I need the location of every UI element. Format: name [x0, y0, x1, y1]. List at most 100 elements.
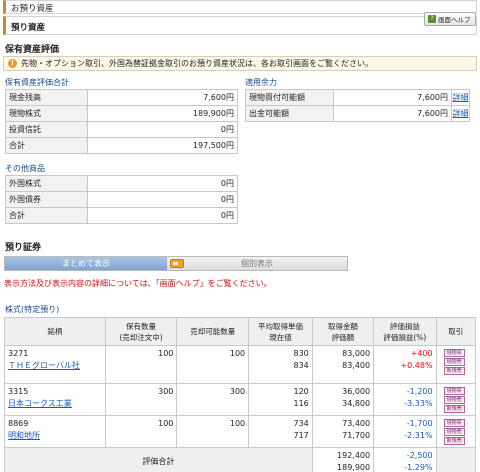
holding-pl-pct: +0.48% — [400, 360, 433, 370]
view-toggle: まとめて表示 個別表示 — [4, 256, 348, 271]
short-sell-button[interactable]: 新規売 — [443, 405, 465, 413]
sell-button[interactable]: 現物売 — [443, 396, 465, 404]
trade-cell: 現物買 現物売 新規売 — [435, 345, 477, 384]
holding-qty: 300 — [104, 383, 178, 416]
help-button-label: 画面ヘルプ — [438, 16, 471, 24]
eval-row: 現物株式 189,900円 — [5, 105, 238, 122]
view-individual-button[interactable]: 個別表示 — [167, 257, 347, 270]
col-qty: 保有数量 (売却注文中) — [104, 317, 178, 346]
eval-summary-label: 保有資産評価合計 — [5, 78, 69, 87]
buying-power-key: 出金可能額 — [245, 105, 334, 122]
col-avg: 平均取得単価 現在値 — [248, 317, 313, 346]
holding-amount-cell: 36,000 34,800 — [311, 383, 375, 416]
totals-amount-cell: 192,400 189,900 — [311, 447, 375, 472]
holding-sellable: 100 — [176, 345, 250, 384]
holding-name-link[interactable]: 明和地所 — [8, 431, 40, 440]
buying-power-value: 7,600円 — [333, 89, 452, 106]
col-pl: 評価損益 評価損益(%) — [373, 317, 437, 346]
short-sell-button[interactable]: 新規売 — [443, 367, 465, 375]
holding-name-link[interactable]: 日本コークス工業 — [8, 399, 72, 408]
holding-pl-pct: -2.31% — [404, 430, 433, 440]
help-button[interactable]: ? 画面ヘルプ — [424, 12, 476, 26]
holding-code: 3315 — [8, 387, 29, 396]
view-combined-button[interactable]: まとめて表示 — [5, 257, 167, 270]
eval-key: 現金残高 — [5, 89, 88, 106]
holdings-label: 株式(特定預り) — [5, 305, 60, 314]
other-row: 外国債券 0円 — [5, 191, 238, 208]
eval-value: 189,900円 — [87, 105, 238, 122]
other-key: 外国債券 — [5, 191, 88, 208]
holding-pl-cell: +400 +0.48% — [373, 345, 437, 384]
view-individual-label: 個別表示 — [241, 259, 273, 268]
trade-cell: 現物買 現物売 新規売 — [435, 383, 477, 416]
totals-pl-pct: -1.29% — [404, 462, 433, 472]
info-icon: ! — [8, 59, 17, 68]
notice-bar: ! 先物・オプション取引、外国為替証拠金取引のお預り資産状況は、各お取引画面をご… — [3, 56, 477, 71]
notice-text: 先物・オプション取引、外国為替証拠金取引のお預り資産状況は、各お取引画面をご覧く… — [21, 59, 373, 68]
detail-link[interactable]: 詳細 — [451, 89, 470, 106]
holding-pl-pct: -3.33% — [404, 398, 433, 408]
display-warning: 表示方法及び表示内容の詳細については、「画面ヘルプ」をご覧ください。 — [4, 279, 272, 288]
table-row: 3315 日本コークス工業 300 300 120 116 36,000 34,800… — [4, 383, 477, 416]
totals-pl-cell: -2,500 -1.29% — [373, 447, 437, 472]
help-icon: ? — [428, 15, 436, 23]
holding-cost: 36,000 — [342, 387, 371, 396]
holding-avg: 120 — [293, 387, 309, 396]
holding-price: 834 — [293, 360, 309, 370]
eval-row: 投資信託 0円 — [5, 121, 238, 138]
buy-button[interactable]: 現物買 — [443, 349, 465, 357]
holding-value: 83,400 — [342, 360, 371, 370]
totals-trade-cell — [435, 447, 477, 472]
totals-cost: 192,400 — [337, 451, 371, 460]
holding-value: 71,700 — [342, 430, 371, 440]
detail-link[interactable]: 詳細 — [451, 105, 470, 122]
buy-button[interactable]: 現物買 — [443, 387, 465, 395]
col-amount-l2: 評価額 — [331, 332, 355, 342]
col-pl-l2: 評価損益(%) — [383, 332, 427, 342]
other-key: 外国株式 — [5, 175, 88, 192]
sell-button[interactable]: 現物売 — [443, 358, 465, 366]
page-title: 預り資産 — [11, 23, 46, 33]
eval-value: 197,500円 — [87, 137, 238, 154]
col-pl-l1: 評価損益 — [389, 321, 420, 331]
buying-power-key: 現物買付可能額 — [245, 89, 334, 106]
other-products-table: 外国株式 0円 外国債券 0円 合計 0円 — [5, 175, 238, 224]
eval-key: 投資信託 — [5, 121, 88, 138]
col-amount-l1: 取得金額 — [327, 321, 358, 331]
holding-price: 116 — [293, 398, 309, 408]
holding-pl-cell: -1,200 -3.33% — [373, 383, 437, 416]
buying-power-label: 適用余力 — [245, 78, 277, 87]
buy-button[interactable]: 現物買 — [443, 419, 465, 427]
other-value: 0円 — [87, 175, 238, 192]
totals-label: 評価合計 — [4, 447, 313, 472]
holding-avg: 734 — [293, 419, 309, 428]
holding-name-cell: 3315 日本コークス工業 — [4, 383, 106, 416]
holdings-header-row: 銘柄 保有数量 (売却注文中) 売却可能数量 平均取得単価 現在値 取得金額 評価額 … — [4, 317, 477, 346]
holding-qty: 100 — [104, 415, 178, 448]
col-name: 銘柄 — [4, 317, 106, 346]
col-sellable: 売却可能数量 — [176, 317, 250, 346]
short-sell-button[interactable]: 新規売 — [443, 437, 465, 445]
holding-amount-cell: 73,400 71,700 — [311, 415, 375, 448]
eval-value: 0円 — [87, 121, 238, 138]
sell-button[interactable]: 現物売 — [443, 428, 465, 436]
breadcrumb: お預り資産 — [11, 4, 54, 14]
eval-key: 現物株式 — [5, 105, 88, 122]
holding-price: 717 — [293, 430, 309, 440]
holding-code: 8869 — [8, 419, 29, 428]
totals-value: 189,900 — [337, 462, 371, 472]
buying-power-table: 現物買付可能額 7,600円 詳細 出金可能額 7,600円 詳細 — [245, 89, 470, 122]
holding-pl: -1,700 — [406, 419, 433, 428]
other-row: 合計 0円 — [5, 207, 238, 224]
holding-sellable: 300 — [176, 383, 250, 416]
totals-row: 評価合計 192,400 189,900 -2,500 -1.29% — [4, 447, 477, 472]
other-products-label: その他商品 — [5, 164, 45, 173]
holding-sellable: 100 — [176, 415, 250, 448]
breadcrumb-bar: お預り資産 — [3, 0, 477, 14]
buying-power-row: 出金可能額 7,600円 詳細 — [245, 105, 470, 122]
table-row: 8869 明和地所 100 100 734 717 73,400 71,700 -1,… — [4, 415, 477, 448]
holding-avg: 830 — [293, 349, 309, 358]
securities-title: 預り証券 — [5, 243, 42, 253]
holding-name-link[interactable]: ＴＨＥグローバル社 — [8, 361, 80, 370]
holding-value: 34,800 — [342, 398, 371, 408]
